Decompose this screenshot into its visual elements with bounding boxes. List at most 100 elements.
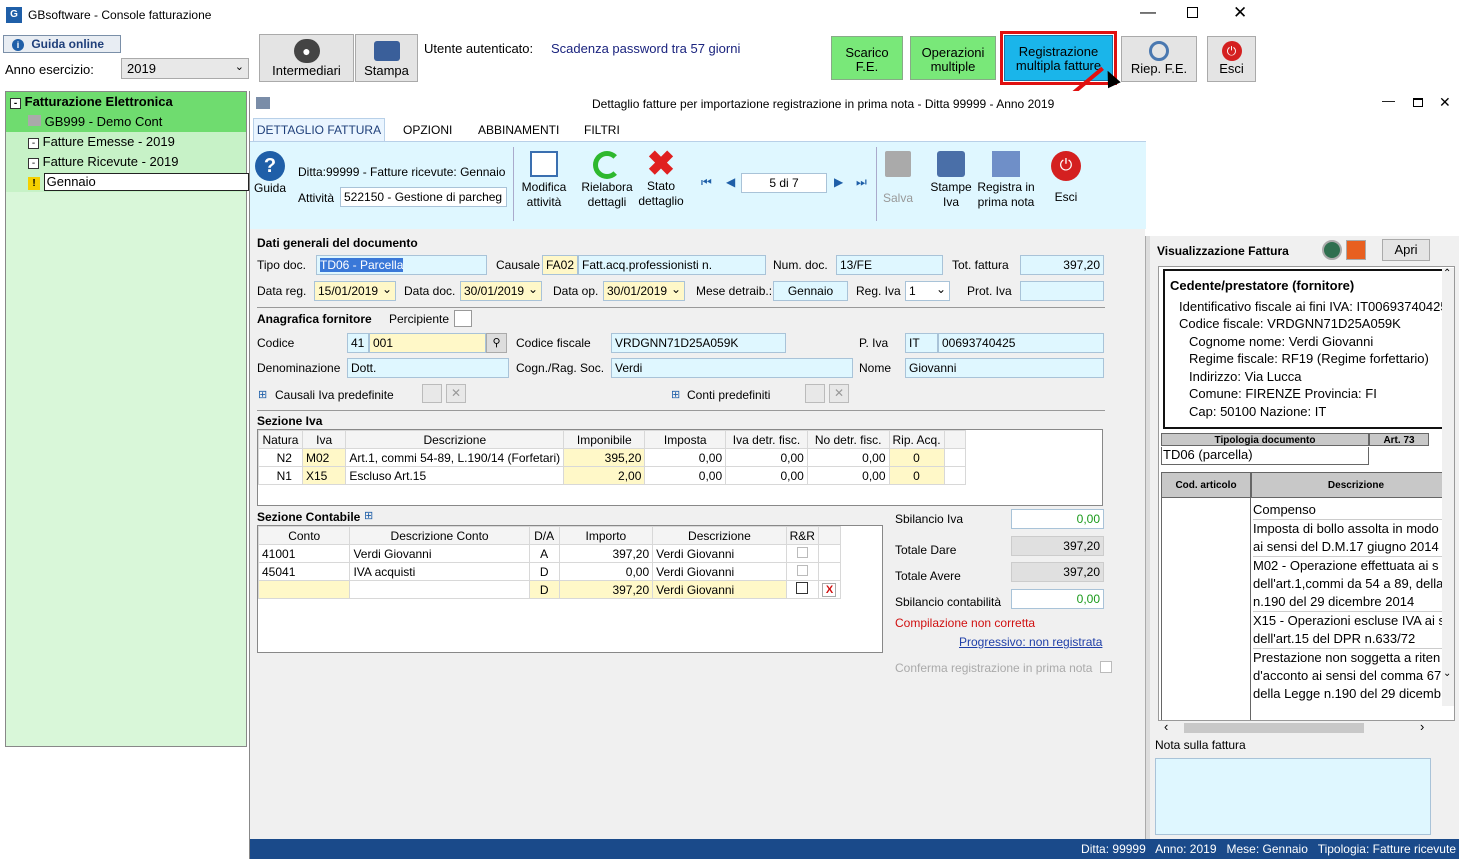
dialog-minimize-icon[interactable]: — [1382,93,1395,108]
stato-dettaglio-button[interactable]: ✖ Stato dettaglio [635,147,687,209]
tab-filtri[interactable]: FILTRI [584,123,620,137]
table-row[interactable]: D 397,20 Verdi Giovanni X [257,580,842,599]
pager-field[interactable]: 5 di 7 [741,173,827,193]
stampa-button[interactable]: Stampa [355,34,418,82]
tree-root[interactable]: - Fatturazione Elettronica [6,92,246,112]
col-conto: Conto [257,526,351,545]
tree-company[interactable]: GB999 - Demo Cont [6,112,246,132]
viewer-vscrollbar[interactable]: ⌃ ⌄ [1442,268,1454,706]
delete-row-icon[interactable]: X [822,583,837,597]
next-page-icon[interactable]: ▶ [834,175,843,189]
table-row[interactable]: 45041 IVA acquisti D 0,00 Verdi Giovanni [257,562,842,581]
rielabora-button[interactable]: Rielabora dettagli [579,151,635,210]
status-mese: Mese: Gennaio [1226,842,1308,856]
new-doc-icon[interactable] [805,384,825,403]
tab-opzioni[interactable]: OPZIONI [403,123,452,137]
table-row[interactable]: N2 M02 Art.1, commi 54-89, L.190/14 (For… [258,448,967,467]
operazioni-multiple-button[interactable]: Operazioni multiple [910,36,996,80]
denominazione-field[interactable]: Dott. [347,358,509,378]
info-icon: i [12,39,24,51]
attivita-select[interactable]: 522150 - Gestione di parcheg [340,187,507,207]
dialog-maximize-icon[interactable] [1413,98,1423,107]
printer-icon [373,41,400,61]
rr-checkbox[interactable] [796,564,808,576]
data-doc-field[interactable]: 30/01/2019 ⌄ [460,281,542,301]
expand-icon[interactable]: ⊞ [364,509,373,522]
table-row[interactable]: N1 X15 Escluso Art.15 2,00 0,00 0,00 0,0… [258,466,967,485]
first-page-icon[interactable]: ⏮ [701,175,712,190]
scarico-fe-button[interactable]: Scarico F.E. [831,36,903,80]
tree-emesse[interactable]: - Fatture Emesse - 2019 [6,132,246,152]
scroll-thumb[interactable] [1184,723,1364,733]
scroll-up-icon[interactable]: ⌃ [1443,268,1451,279]
mese-detraib-field[interactable]: Gennaio [773,281,848,301]
edit-icon[interactable] [454,310,472,327]
anno-select[interactable]: 2019 ⌄ [121,58,249,79]
tab-dettaglio[interactable]: DETTAGLIO FATTURA [253,118,385,141]
rr-checkbox[interactable] [796,546,808,558]
causale-desc-field[interactable]: Fatt.acq.professionisti n. [578,255,766,275]
codice-a-field[interactable]: 41 [347,333,369,353]
guida-online-button[interactable]: i Guida online [3,35,121,53]
num-doc-field[interactable]: 13/FE [836,255,943,275]
close-icon[interactable]: ✕ [1233,3,1247,23]
minimize-icon[interactable]: — [1140,4,1156,22]
edit-icon [530,151,558,177]
nota-textarea[interactable] [1155,758,1431,835]
reg-iva-select[interactable]: 1 ⌄ [905,281,950,301]
causale-code-field[interactable]: FA02 [542,255,578,275]
prot-iva-field[interactable] [1020,281,1104,301]
progressivo-link[interactable]: Progressivo: non registrata [959,635,1102,649]
scroll-down-icon[interactable]: ⌄ [1443,668,1451,679]
table-row[interactable]: 41001 Verdi Giovanni A 397,20 Verdi Giov… [257,544,842,563]
dialog-esci-button[interactable]: ⏻ Esci [1046,151,1086,205]
stampe-iva-button[interactable]: Stampe Iva [928,151,974,210]
pdf-icon[interactable] [1346,240,1366,260]
riep-fe-button[interactable]: Riep. F.E. [1121,36,1197,82]
col-descrizione: Descrizione [652,526,787,545]
search-icon[interactable]: ⚲ [486,333,507,353]
conferma-checkbox[interactable] [1100,661,1112,673]
expand-icon[interactable]: ⊞ [671,388,680,401]
cogn-field[interactable]: Verdi [611,358,853,378]
app-logo-icon: G [6,7,22,23]
sbilancio-iva-label: Sbilancio Iva [895,512,964,526]
data-reg-field[interactable]: 15/01/2019 ⌄ [314,281,396,301]
scroll-left-icon[interactable]: ‹ [1164,719,1168,734]
last-page-icon[interactable]: ⏭ [856,175,867,190]
esci-button[interactable]: ⏻ Esci [1207,36,1256,82]
new-doc-icon[interactable] [422,384,442,403]
registra-prima-nota-button[interactable]: Registra in prima nota [975,151,1037,210]
power-icon: ⏻ [1221,41,1242,61]
tree-gennaio[interactable]: ! Gennaio [6,172,249,192]
dialog-close-icon[interactable]: ✕ [1439,94,1451,111]
guida-button[interactable]: ? Guida [254,151,286,196]
viewer-hscrollbar[interactable]: ‹ › [1158,719,1455,735]
contabile-table-box: Conto Descrizione Conto D/A Importo Desc… [257,525,883,653]
codice-b-field[interactable]: 001 [369,333,486,353]
intermediari-button[interactable]: ● Intermediari [259,34,354,82]
modifica-attivita-button[interactable]: Modifica attività [518,151,570,210]
maximize-icon[interactable] [1187,7,1198,18]
nome-field[interactable]: Giovanni [905,358,1104,378]
tab-abbinamenti[interactable]: ABBINAMENTI [478,123,559,137]
acrobat-icon[interactable] [1322,240,1342,260]
prev-page-icon[interactable]: ◀ [726,175,735,189]
tree-ricevute[interactable]: - Fatture Ricevute - 2019 [6,152,246,172]
expand-icon[interactable]: ⊞ [258,388,267,401]
scroll-right-icon[interactable]: › [1420,719,1424,734]
piva-field[interactable]: 00693740425 [938,333,1104,353]
data-op-field[interactable]: 30/01/2019 ⌄ [603,281,685,301]
delete-icon[interactable]: ✕ [446,384,466,403]
rr-checkbox[interactable] [796,582,809,594]
invoice-view[interactable]: Cedente/prestatore (fornitore) Identific… [1158,266,1455,721]
causali-predefinite-link[interactable]: Causali Iva predefinite [275,388,394,402]
conti-predefiniti-link[interactable]: Conti predefiniti [687,388,770,402]
delete-icon[interactable]: ✕ [829,384,849,403]
piva-country-field[interactable]: IT [905,333,938,353]
sbilancio-contabilita-field: 0,00 [1011,589,1104,609]
salva-button[interactable]: Salva [882,151,914,206]
apri-button[interactable]: Apri [1382,239,1430,261]
tipo-doc-field[interactable]: TD06 - Parcella [316,255,487,275]
cf-field[interactable]: VRDGNN71D25A059K [611,333,786,353]
